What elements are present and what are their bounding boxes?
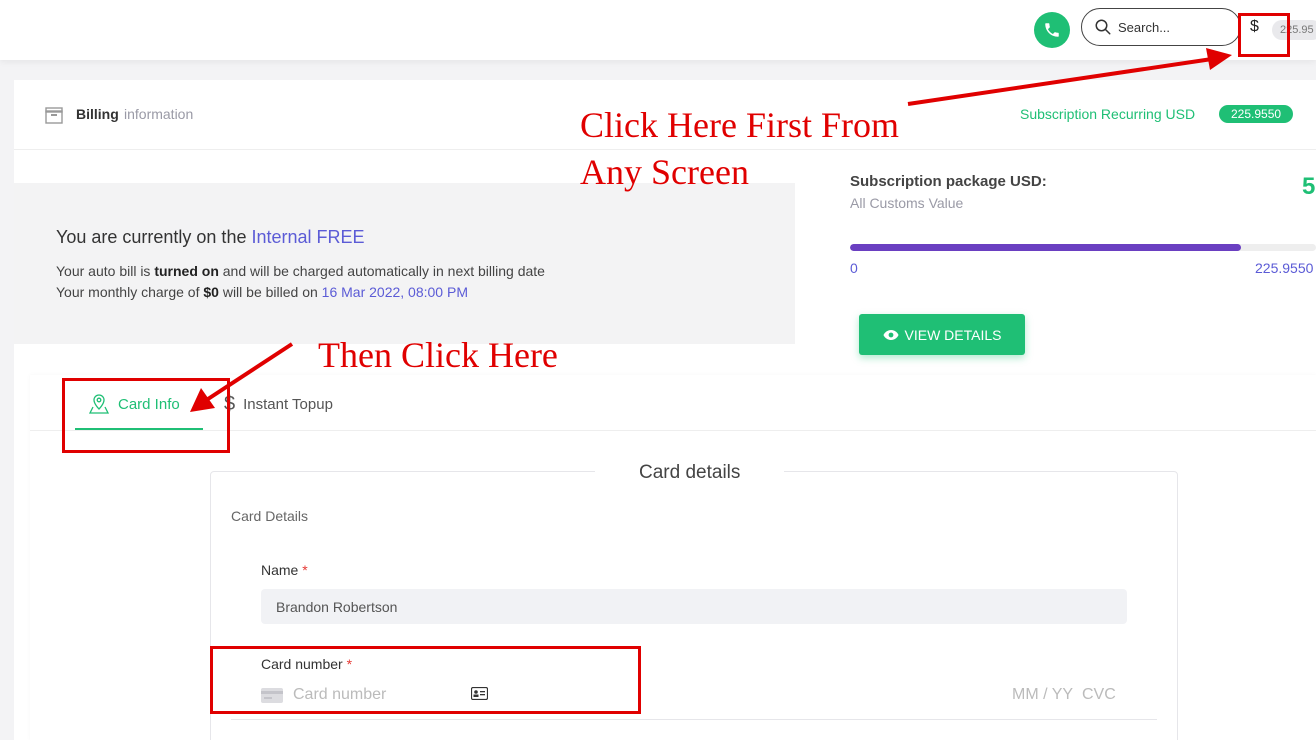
expiry-input[interactable]: MM / YY (1012, 686, 1073, 704)
highlight-box-wallet (1238, 13, 1290, 57)
search-icon (1095, 19, 1111, 35)
billing-date: 16 Mar 2022, 08:00 PM (321, 284, 468, 300)
name-label: Name * (261, 562, 308, 578)
billing-subtitle: information (124, 106, 194, 122)
tab-instant-topup[interactable]: $ Instant Topup (224, 393, 333, 416)
billing-title: Billing (76, 106, 119, 122)
progress-min-label: 0 (850, 260, 858, 276)
name-input[interactable] (261, 589, 1127, 624)
card-details-legend: Card details (595, 462, 785, 484)
phone-icon (1045, 23, 1059, 37)
subscription-recurring-label: Subscription Recurring USD (1020, 106, 1196, 122)
highlight-box-card-number (210, 646, 641, 714)
highlight-box-card-info (62, 378, 230, 453)
phone-button[interactable] (1034, 12, 1070, 48)
plan-name: Internal FREE (251, 227, 365, 247)
box-icon (45, 107, 63, 124)
progress-max-label: 225.9550 (1255, 260, 1314, 276)
top-bar: $ 225.95 (0, 0, 1316, 60)
package-progress (850, 244, 1316, 251)
card-details-section-label: Card Details (231, 508, 309, 524)
view-details-button[interactable]: VIEW DETAILS (859, 314, 1025, 355)
package-progress-fill (850, 244, 1242, 251)
auto-bill-text: Your auto bill is turned on and will be … (56, 263, 545, 279)
subscription-recurring-badge: 225.9550 (1219, 105, 1294, 123)
monthly-charge-text: Your monthly charge of $0 will be billed… (56, 284, 468, 300)
search-input[interactable] (1118, 19, 1228, 35)
package-value: 5 (1302, 173, 1316, 200)
annotation-any-screen: Any Screen (580, 152, 749, 192)
eye-icon (883, 329, 898, 340)
cvc-input[interactable]: CVC (1082, 686, 1116, 704)
package-title: Subscription package USD: (850, 173, 1047, 190)
annotation-then-click: Then Click Here (318, 335, 558, 375)
current-plan-panel: You are currently on the Internal FREE Y… (14, 183, 795, 344)
search-box[interactable] (1081, 8, 1241, 46)
current-plan-title: You are currently on the Internal FREE (56, 227, 365, 247)
package-subtitle: All Customs Value (850, 195, 964, 211)
annotation-click-first: Click Here First From (580, 105, 899, 145)
